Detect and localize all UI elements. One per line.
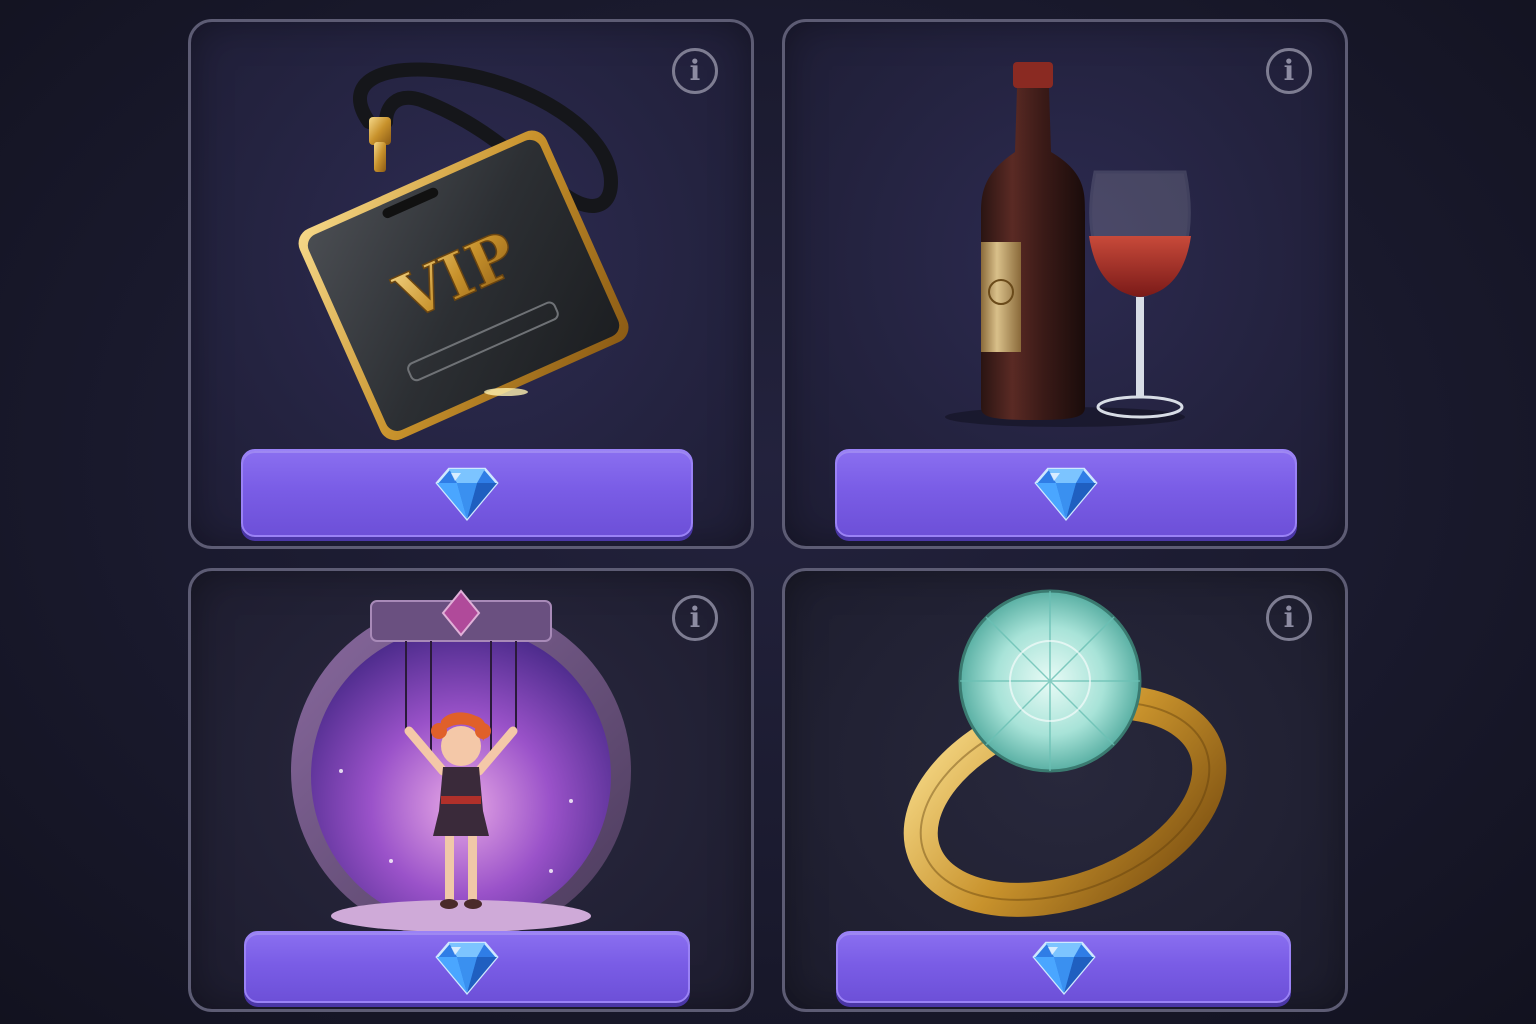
info-button[interactable]: i [1266,48,1312,94]
shop-card-puppet[interactable]: i [188,568,754,1012]
buy-button-vip[interactable] [241,449,693,537]
shop-card-wine[interactable]: i [782,19,1348,549]
shop-card-vip[interactable]: VIP i [188,19,754,549]
info-icon: i [689,54,701,87]
puppet-stage-image [291,589,631,941]
info-button[interactable]: i [672,595,718,641]
ring-image [903,589,1227,917]
info-icon: i [689,601,701,634]
diamond-gem-icon [1034,467,1098,521]
diamond-gem-icon [435,467,499,521]
shop-card-ring[interactable]: i [782,568,1348,1012]
vip-badge-image: VIP [298,62,629,441]
diamond-gem-icon [1031,941,1096,995]
buy-button-ring[interactable] [836,931,1291,1003]
info-button[interactable]: i [1266,595,1312,641]
buy-button-wine[interactable] [835,449,1297,537]
info-icon: i [1283,601,1295,634]
buy-button-puppet[interactable] [244,931,690,1003]
wine-image [945,62,1191,427]
diamond-gem-icon [435,941,499,995]
info-button[interactable]: i [672,48,718,94]
info-icon: i [1283,54,1295,87]
